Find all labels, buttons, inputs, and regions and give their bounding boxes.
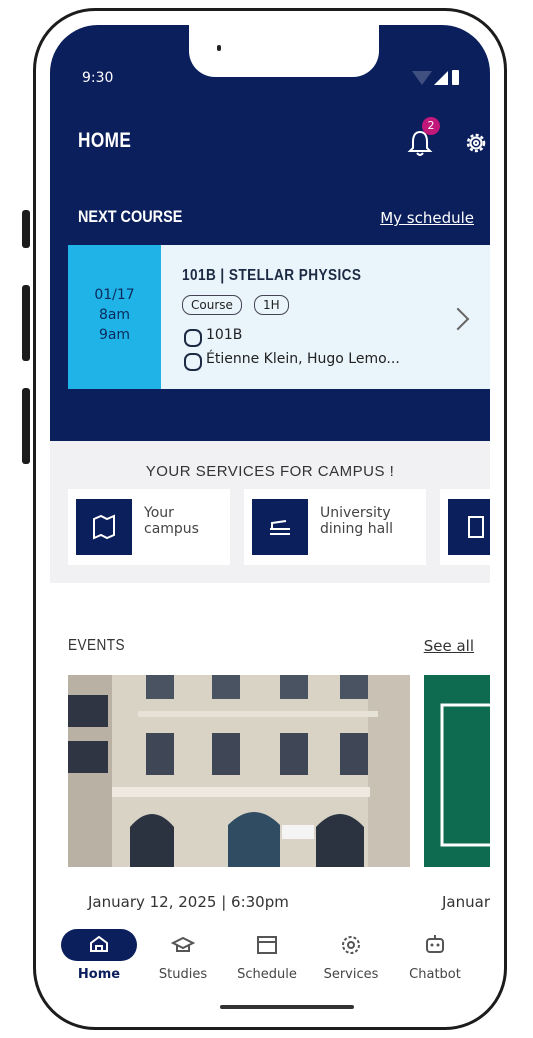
dining-icon	[252, 499, 308, 555]
person-icon	[184, 353, 202, 371]
mute-switch	[22, 210, 30, 248]
volume-up-button	[22, 285, 30, 361]
course-teachers: Étienne Klein, Hugo Lemo...	[206, 351, 400, 367]
wifi-icon	[412, 71, 432, 85]
services-icon	[313, 929, 389, 961]
camera-notch	[189, 25, 379, 77]
map-icon	[76, 499, 132, 555]
nav-label-schedule: Schedule	[237, 967, 297, 982]
course-end-time: 9am	[98, 327, 131, 343]
notification-badge: 2	[422, 117, 440, 135]
course-room: 101B	[206, 327, 243, 343]
nav-label-home: Home	[77, 967, 121, 982]
event-image-partial[interactable]	[424, 675, 490, 867]
chatbot-icon	[397, 929, 473, 961]
next-course-card[interactable]: 01/17 8am 9am 101B | STELLAR PHYSICS Cou…	[68, 245, 490, 389]
nav-services[interactable]: Services	[310, 921, 392, 982]
battery-icon	[452, 70, 459, 85]
nav-label-services: Services	[323, 967, 379, 982]
page-title: HOME	[78, 129, 132, 152]
see-all-link[interactable]: See all	[424, 637, 474, 655]
nav-schedule[interactable]: Schedule	[226, 921, 308, 982]
event-date-partial: January	[442, 893, 490, 911]
status-time: 9:30	[82, 70, 114, 86]
services-title: YOUR SERVICES FOR CAMPUS !	[145, 463, 395, 480]
volume-down-button	[22, 388, 30, 464]
screen: 9:30 HOME 2 NEXT COURSE My schedule 01/1…	[50, 25, 490, 1013]
chevron-right-icon	[446, 307, 470, 331]
calendar-icon	[229, 929, 305, 961]
service-label-line1: University	[320, 505, 391, 521]
events-label: EVENTS	[68, 637, 125, 654]
service-label-line1: Your	[144, 505, 174, 521]
nav-label-studies: Studies	[158, 967, 208, 982]
phone-frame: 9:30 HOME 2 NEXT COURSE My schedule 01/1…	[33, 8, 507, 1030]
course-duration-tag: 1H	[254, 295, 289, 315]
event-image[interactable]	[68, 675, 410, 867]
course-date: 01/17	[94, 287, 135, 303]
course-date-block: 01/17 8am 9am	[68, 245, 161, 389]
document-icon	[448, 499, 490, 555]
service-your-campus[interactable]: Your campus	[68, 489, 230, 565]
home-icon	[61, 929, 137, 961]
next-course-label: NEXT COURSE	[78, 207, 183, 226]
location-pin-icon	[184, 329, 202, 347]
service-dining-hall[interactable]: University dining hall	[244, 489, 426, 565]
home-indicator[interactable]	[220, 1005, 354, 1009]
course-title: 101B | STELLAR PHYSICS	[182, 267, 362, 284]
graduation-cap-icon	[145, 929, 221, 961]
service-label-line2: campus	[144, 521, 199, 537]
service-label-line2: dining hall	[320, 521, 393, 537]
signal-icon	[434, 71, 448, 85]
nav-studies[interactable]: Studies	[142, 921, 224, 982]
gear-icon[interactable]	[464, 131, 488, 155]
course-start-time: 8am	[98, 307, 131, 323]
service-next-partial[interactable]	[440, 489, 490, 565]
my-schedule-link[interactable]: My schedule	[380, 209, 474, 227]
nav-chatbot[interactable]: Chatbot	[394, 921, 476, 982]
course-type-tag: Course	[182, 295, 242, 315]
nav-label-chatbot: Chatbot	[409, 967, 461, 982]
bottom-nav: Home Studies Schedule Services Chatbot	[50, 921, 490, 1013]
nav-home[interactable]: Home	[58, 921, 140, 982]
event-date: January 12, 2025 | 6:30pm	[88, 893, 289, 911]
status-icons	[404, 69, 464, 87]
